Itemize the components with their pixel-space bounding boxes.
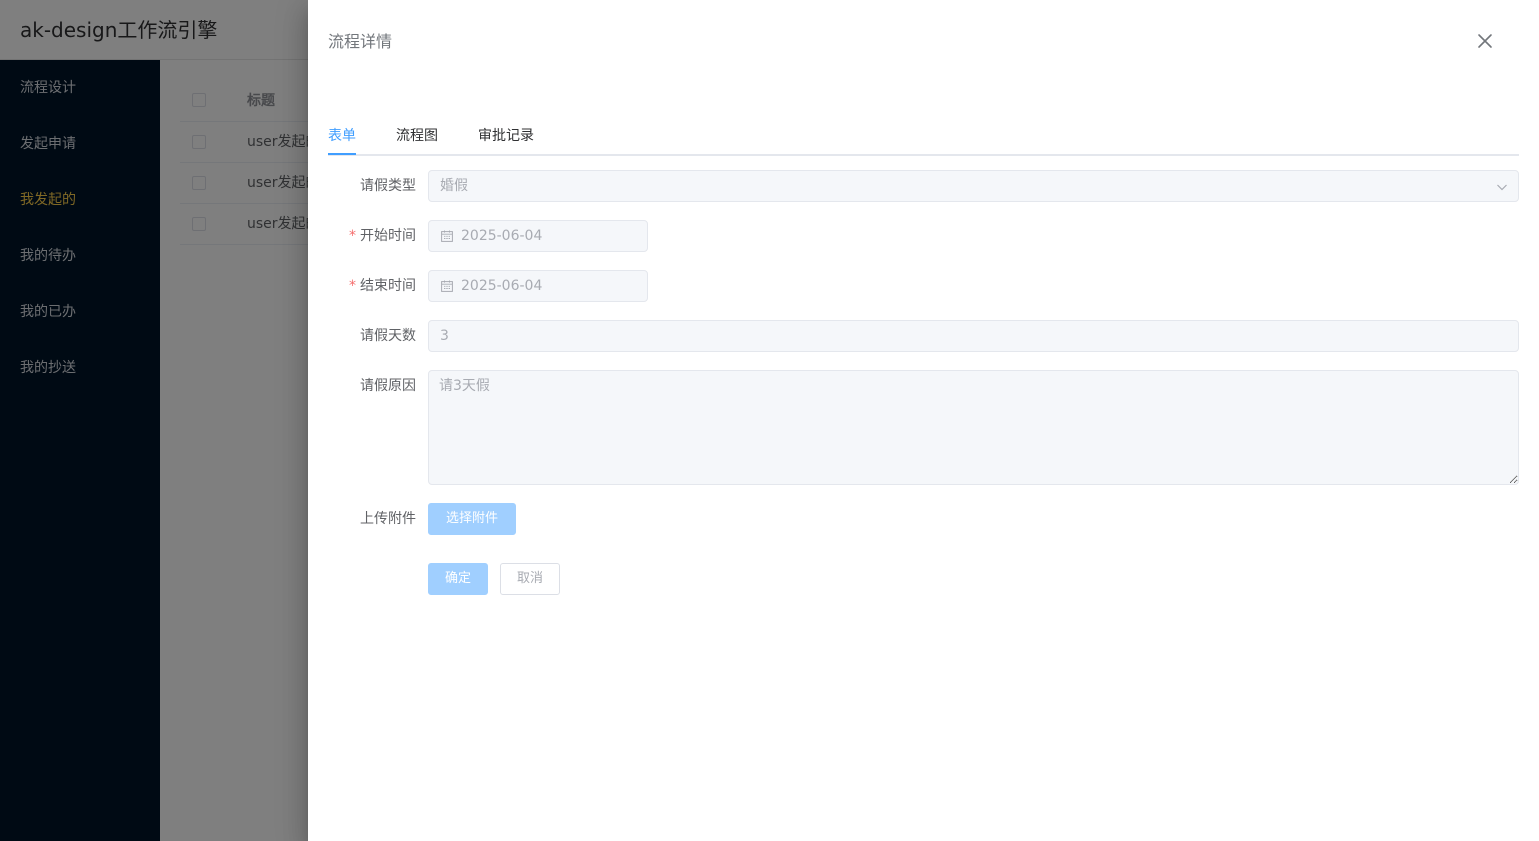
leave-days-input[interactable]: 3	[428, 320, 1519, 352]
start-time-value: 2025-06-04	[461, 228, 543, 244]
leave-days-label: 请假天数	[360, 328, 416, 344]
leave-days-value: 3	[440, 328, 449, 344]
process-detail-drawer: 流程详情 表单 流程图 审批记录 请假类型 婚假 * 开始时间 2025-06-0…	[308, 0, 1539, 841]
tab-approval-records[interactable]: 审批记录	[478, 118, 534, 154]
cancel-button[interactable]: 取消	[500, 563, 560, 595]
tab-flowchart[interactable]: 流程图	[396, 118, 438, 154]
attachment-label: 上传附件	[360, 511, 416, 527]
tab-form[interactable]: 表单	[328, 118, 356, 154]
end-time-picker[interactable]: 2025-06-04	[428, 270, 648, 302]
start-time-label-text: 开始时间	[360, 228, 416, 244]
close-button[interactable]	[1474, 30, 1496, 52]
end-time-value: 2025-06-04	[461, 278, 543, 294]
chevron-down-icon	[1497, 184, 1507, 191]
drawer-tabs: 表单 流程图 审批记录	[328, 118, 1519, 156]
drawer-title: 流程详情	[328, 32, 393, 51]
leave-type-value: 婚假	[440, 178, 468, 194]
end-time-label: * 结束时间	[318, 277, 416, 295]
required-mark: *	[349, 228, 356, 244]
leave-reason-textarea[interactable]	[428, 370, 1519, 485]
select-attachment-button[interactable]: 选择附件	[428, 503, 516, 535]
leave-reason-label: 请假原因	[360, 378, 416, 394]
start-time-picker[interactable]: 2025-06-04	[428, 220, 648, 252]
leave-type-label: 请假类型	[360, 178, 416, 194]
active-tab-indicator	[328, 153, 356, 155]
start-time-label: * 开始时间	[318, 227, 416, 245]
calendar-icon	[441, 280, 453, 292]
calendar-icon	[441, 230, 453, 242]
confirm-button[interactable]: 确定	[428, 563, 488, 595]
close-icon	[1478, 34, 1492, 48]
required-mark: *	[349, 278, 356, 294]
leave-type-select[interactable]: 婚假	[428, 170, 1519, 202]
end-time-label-text: 结束时间	[360, 278, 416, 294]
